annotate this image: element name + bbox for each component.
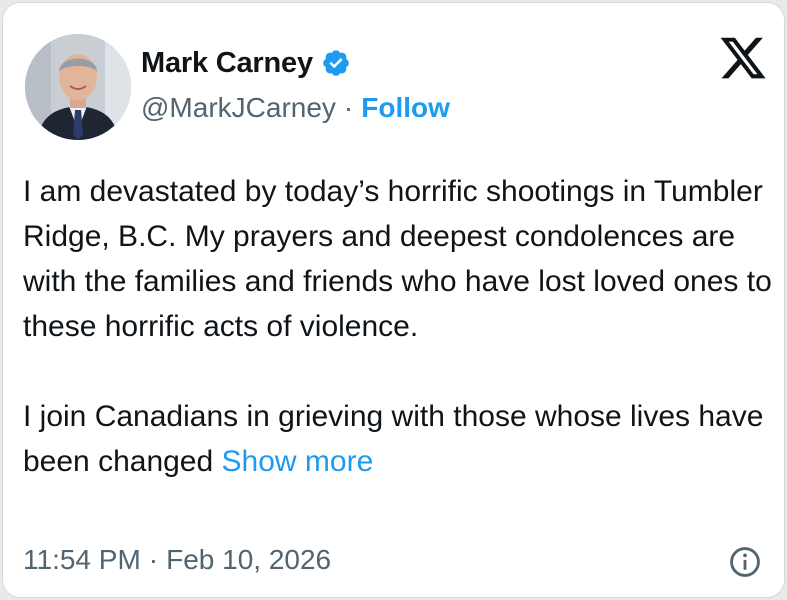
author-name-row: Mark Carney — [141, 43, 351, 83]
author-name[interactable]: Mark Carney — [141, 47, 313, 80]
show-more-link[interactable]: Show more — [222, 445, 374, 478]
verified-badge-icon — [321, 48, 351, 78]
profile-photo — [25, 34, 131, 140]
post-body: I am devastated by today’s horrific shoo… — [23, 169, 773, 484]
author-handle[interactable]: @MarkJCarney — [141, 92, 336, 124]
author-handle-row: @MarkJCarney · Follow — [141, 88, 450, 128]
post-date: Feb 10, 2026 — [166, 544, 332, 575]
post-time: 11:54 PM — [23, 544, 141, 575]
info-icon[interactable] — [728, 545, 762, 579]
x-logo-icon[interactable] — [717, 33, 769, 83]
handle-separator: · — [343, 92, 354, 123]
follow-button[interactable]: Follow — [361, 92, 450, 124]
post-paragraph-1: I am devastated by today’s horrific shoo… — [23, 175, 772, 343]
avatar[interactable] — [25, 34, 131, 140]
meta-separator: · — [148, 544, 159, 575]
post-paragraph-2: I join Canadians in grieving with those … — [23, 394, 773, 484]
post-paragraph-2-text: I join Canadians in grieving with those … — [23, 400, 764, 478]
post-timestamp[interactable]: 11:54 PM · Feb 10, 2026 — [23, 540, 331, 580]
post-card: Mark Carney @MarkJCarney · Follow I am d… — [2, 2, 785, 598]
